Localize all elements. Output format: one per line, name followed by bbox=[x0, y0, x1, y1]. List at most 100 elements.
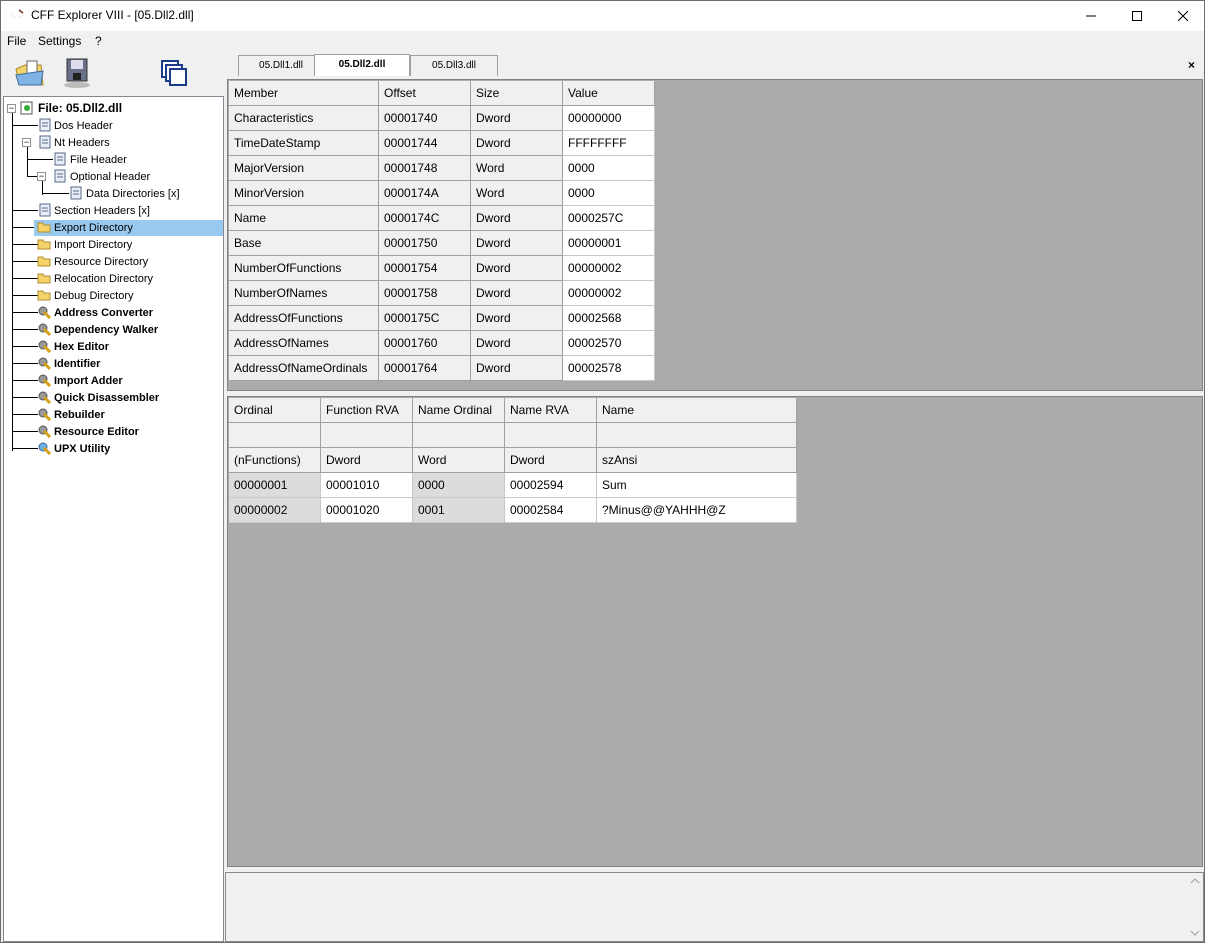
open-file-button[interactable] bbox=[13, 55, 47, 91]
tree-root[interactable]: File: 05.Dll2.dll bbox=[38, 100, 122, 116]
export-row-cell[interactable]: 00001744 bbox=[379, 131, 471, 156]
export-row-cell[interactable]: Dword bbox=[471, 356, 563, 381]
export-row-cell[interactable]: FFFFFFFF bbox=[563, 131, 655, 156]
tree-rebuilder[interactable]: Rebuilder bbox=[54, 407, 105, 423]
export-row-cell[interactable]: 00001754 bbox=[379, 256, 471, 281]
tree-relocation-directory[interactable]: Relocation Directory bbox=[54, 271, 153, 287]
export-row-cell[interactable]: AddressOfFunctions bbox=[229, 306, 379, 331]
tree-resource-directory[interactable]: Resource Directory bbox=[54, 254, 148, 270]
tree-file-header[interactable]: File Header bbox=[70, 152, 127, 168]
export-row-cell[interactable]: 0000 bbox=[563, 156, 655, 181]
function-row-cell[interactable]: 00000002 bbox=[229, 498, 321, 523]
export-row-cell[interactable]: 00002568 bbox=[563, 306, 655, 331]
export-row-cell[interactable]: MinorVersion bbox=[229, 181, 379, 206]
tree-import-adder[interactable]: Import Adder bbox=[54, 373, 123, 389]
function-row-cell[interactable]: 00001020 bbox=[321, 498, 413, 523]
function-row-cell[interactable]: 00002594 bbox=[505, 473, 597, 498]
export-row-cell[interactable]: 00000002 bbox=[563, 281, 655, 306]
export-row-cell[interactable]: 00001764 bbox=[379, 356, 471, 381]
export-row-cell[interactable]: Dword bbox=[471, 306, 563, 331]
export-row-cell[interactable]: 00001748 bbox=[379, 156, 471, 181]
close-button[interactable] bbox=[1160, 1, 1205, 31]
export-row-cell[interactable]: 0000 bbox=[563, 181, 655, 206]
tree-export-directory[interactable]: Export Directory bbox=[34, 220, 223, 236]
functions-header-cell[interactable]: Name bbox=[597, 398, 797, 423]
export-row-cell[interactable]: Name bbox=[229, 206, 379, 231]
export-row-cell[interactable]: Word bbox=[471, 181, 563, 206]
export-header-cell[interactable]: Member bbox=[229, 81, 379, 106]
function-row-cell[interactable]: 00001010 bbox=[321, 473, 413, 498]
scrollbar[interactable] bbox=[1187, 873, 1203, 941]
functions-header-cell[interactable]: Ordinal bbox=[229, 398, 321, 423]
tree-quick-disassembler[interactable]: Quick Disassembler bbox=[54, 390, 159, 406]
function-row-cell[interactable]: 0001 bbox=[413, 498, 505, 523]
functions-header-cell[interactable]: Name Ordinal bbox=[413, 398, 505, 423]
export-row-cell[interactable]: Dword bbox=[471, 331, 563, 356]
export-row-cell[interactable]: 0000174A bbox=[379, 181, 471, 206]
function-row-cell[interactable]: 0000 bbox=[413, 473, 505, 498]
export-row-cell[interactable]: 00002570 bbox=[563, 331, 655, 356]
tree-upx-utility[interactable]: UPX Utility bbox=[54, 441, 110, 457]
export-row-cell[interactable]: Dword bbox=[471, 281, 563, 306]
export-row-cell[interactable]: Dword bbox=[471, 231, 563, 256]
export-row-cell[interactable]: 0000175C bbox=[379, 306, 471, 331]
export-row-cell[interactable]: 0000257C bbox=[563, 206, 655, 231]
export-row-cell[interactable]: Word bbox=[471, 156, 563, 181]
menu-settings[interactable]: Settings bbox=[38, 34, 81, 48]
functions-header-cell[interactable]: Function RVA bbox=[321, 398, 413, 423]
tree-dos-header[interactable]: Dos Header bbox=[54, 118, 113, 134]
export-row-cell[interactable]: 00001758 bbox=[379, 281, 471, 306]
tree-root-expander[interactable]: − bbox=[7, 104, 16, 113]
export-row-cell[interactable]: 00000002 bbox=[563, 256, 655, 281]
export-row-cell[interactable]: AddressOfNames bbox=[229, 331, 379, 356]
export-row-cell[interactable]: AddressOfNameOrdinals bbox=[229, 356, 379, 381]
nt-headers-expander[interactable]: − bbox=[22, 138, 31, 147]
function-row-cell[interactable]: ?Minus@@YAHHH@Z bbox=[597, 498, 797, 523]
export-row-cell[interactable]: Base bbox=[229, 231, 379, 256]
save-file-button[interactable] bbox=[59, 55, 93, 91]
export-row-cell[interactable]: 00001750 bbox=[379, 231, 471, 256]
export-row-cell[interactable]: 00001760 bbox=[379, 331, 471, 356]
export-row-cell[interactable]: 00000001 bbox=[563, 231, 655, 256]
tab-05-dll2[interactable]: 05.Dll2.dll bbox=[314, 54, 410, 76]
export-row-cell[interactable]: MajorVersion bbox=[229, 156, 379, 181]
export-row-cell[interactable]: Dword bbox=[471, 106, 563, 131]
export-row-cell[interactable]: NumberOfFunctions bbox=[229, 256, 379, 281]
functions-header-cell[interactable]: Name RVA bbox=[505, 398, 597, 423]
windows-button[interactable] bbox=[157, 55, 191, 91]
optional-header-expander[interactable]: − bbox=[37, 172, 46, 181]
menu-file[interactable]: File bbox=[7, 34, 26, 48]
tree-dependency-walker[interactable]: Dependency Walker bbox=[54, 322, 158, 338]
tree-data-directories[interactable]: Data Directories [x] bbox=[86, 186, 180, 202]
export-row-cell[interactable]: 00000000 bbox=[563, 106, 655, 131]
minimize-button[interactable] bbox=[1068, 1, 1114, 31]
export-row-cell[interactable]: Dword bbox=[471, 256, 563, 281]
menu-help[interactable]: ? bbox=[95, 34, 102, 48]
tree-section-headers[interactable]: Section Headers [x] bbox=[54, 203, 150, 219]
export-row-cell[interactable]: Characteristics bbox=[229, 106, 379, 131]
function-row-cell[interactable]: 00000001 bbox=[229, 473, 321, 498]
tab-05-dll3[interactable]: 05.Dll3.dll bbox=[410, 55, 498, 76]
export-header-cell[interactable]: Size bbox=[471, 81, 563, 106]
export-row-cell[interactable]: Dword bbox=[471, 206, 563, 231]
tree-identifier[interactable]: Identifier bbox=[54, 356, 100, 372]
export-row-cell[interactable]: 00002578 bbox=[563, 356, 655, 381]
export-row-cell[interactable]: TimeDateStamp bbox=[229, 131, 379, 156]
tree-debug-directory[interactable]: Debug Directory bbox=[54, 288, 133, 304]
tree-optional-header[interactable]: Optional Header bbox=[70, 169, 150, 185]
tree-address-converter[interactable]: Address Converter bbox=[54, 305, 153, 321]
tree-nt-headers[interactable]: Nt Headers bbox=[54, 135, 110, 151]
close-tab-icon[interactable]: × bbox=[1188, 58, 1195, 72]
export-row-cell[interactable]: 0000174C bbox=[379, 206, 471, 231]
maximize-button[interactable] bbox=[1114, 1, 1160, 31]
function-row-cell[interactable]: 00002584 bbox=[505, 498, 597, 523]
tree-hex-editor[interactable]: Hex Editor bbox=[54, 339, 109, 355]
export-row-cell[interactable]: Dword bbox=[471, 131, 563, 156]
export-header-cell[interactable]: Value bbox=[563, 81, 655, 106]
export-header-cell[interactable]: Offset bbox=[379, 81, 471, 106]
tree-import-directory[interactable]: Import Directory bbox=[54, 237, 132, 253]
function-row-cell[interactable]: Sum bbox=[597, 473, 797, 498]
tab-05-dll1[interactable]: 05.Dll1.dll bbox=[238, 55, 324, 76]
export-row-cell[interactable]: NumberOfNames bbox=[229, 281, 379, 306]
export-row-cell[interactable]: 00001740 bbox=[379, 106, 471, 131]
